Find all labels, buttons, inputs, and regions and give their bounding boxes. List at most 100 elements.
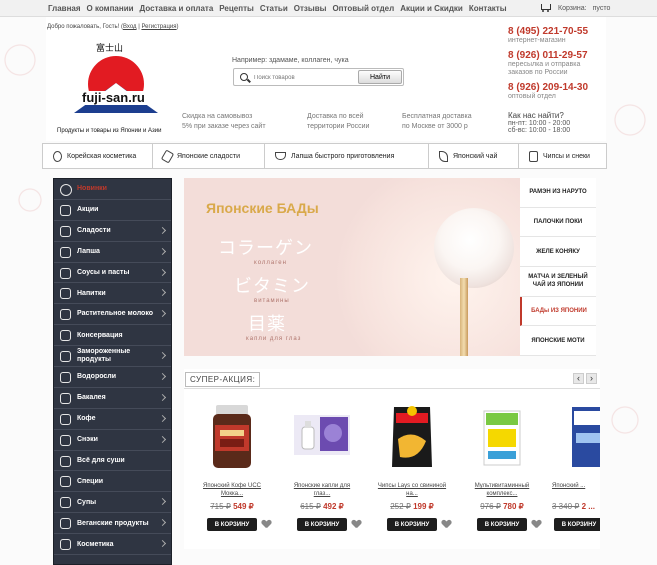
cart-icon[interactable] xyxy=(540,3,552,13)
welcome-greeting: Добро пожаловать, Гость! xyxy=(47,24,120,30)
topnav-wholesale[interactable]: Оптовый отдел xyxy=(332,4,394,13)
add-to-cart-button[interactable]: В КОРЗИНУ xyxy=(207,518,257,531)
sidebar-item[interactable]: Соусы и пасты xyxy=(54,263,171,284)
sidebar-item[interactable]: Супы xyxy=(54,492,171,514)
phone-note: пересылка и отправка заказов по России xyxy=(508,61,608,77)
banner-tab-naruto-ramen[interactable]: РАМЭН ИЗ НАРУТО xyxy=(520,178,596,208)
product-name[interactable]: Чипсы Lays со свининой на... xyxy=(372,482,452,498)
feature-line: по Москве от 3000 р xyxy=(402,123,468,130)
product-name-line: на... xyxy=(406,491,418,497)
banner-tab-supplements[interactable]: БАДы ИЗ ЯПОНИИ xyxy=(520,296,596,327)
category-instant-noodles[interactable]: Лапша быстрого приготовления xyxy=(265,144,429,168)
promo-next-arrow[interactable]: › xyxy=(586,373,597,384)
topnav-sales[interactable]: Акции и Скидки xyxy=(400,4,463,13)
category-label: Чипсы и снеки xyxy=(543,152,590,160)
phone-number[interactable]: 8 (926) 011-29-57 xyxy=(508,50,608,61)
product-name[interactable]: Японские капли для глаз... xyxy=(282,482,362,498)
sidebar-item[interactable]: Сладости xyxy=(54,221,171,242)
sidebar-item[interactable]: Веганские продукты xyxy=(54,513,171,535)
product-name[interactable]: Японский ... xyxy=(552,482,600,490)
logo-kanji: 富士山 xyxy=(96,44,124,54)
phone-number[interactable]: 8 (495) 221-70-55 xyxy=(508,26,608,37)
eye-drops-image[interactable] xyxy=(292,403,352,471)
banner-tab-mochi[interactable]: ЯПОНСКИЕ МОТИ xyxy=(520,326,596,356)
how-to-find-link[interactable]: Как нас найти? xyxy=(508,111,570,120)
site-logo[interactable]: 富士山 fuji-san.ru xyxy=(72,41,162,126)
promo-banner[interactable]: Японские БАДы コラーゲン коллаген ビタミン витами… xyxy=(184,178,520,356)
sidebar-item[interactable]: Новинки xyxy=(54,179,171,200)
cosmetics-icon xyxy=(53,150,62,162)
add-to-cart-button[interactable]: В КОРЗИНУ xyxy=(477,518,527,531)
category-korean-cosmetics[interactable]: Корейская косметика xyxy=(43,144,153,168)
chevron-right-icon xyxy=(158,352,167,360)
category-bar: Корейская косметика Японские сладости Ла… xyxy=(42,143,607,169)
register-link[interactable]: Регистрация xyxy=(141,24,176,30)
sidebar-item[interactable]: Снэки xyxy=(54,430,171,451)
sidebar-item[interactable]: Водоросли xyxy=(54,367,171,388)
product-name-line: глаз... xyxy=(313,491,331,497)
phone-note: оптовый отдел xyxy=(508,93,608,101)
banner-title: Японские БАДы xyxy=(206,200,319,216)
sushi-icon xyxy=(59,455,71,467)
topnav-delivery[interactable]: Доставка и оплата xyxy=(140,4,214,13)
sidebar-item-label: Лапша xyxy=(77,248,100,256)
sidebar-item[interactable]: Бакалея xyxy=(54,388,171,409)
category-japanese-sweets[interactable]: Японские сладости xyxy=(153,144,265,168)
sidebar-item[interactable]: Растительное молоко xyxy=(54,304,171,326)
sidebar-item[interactable]: Кофе xyxy=(54,409,171,430)
spoon-handle xyxy=(460,278,468,356)
topnav-reviews[interactable]: Отзывы xyxy=(294,4,327,13)
category-chips-snacks[interactable]: Чипсы и снеки xyxy=(519,144,606,168)
promo-prev-arrow[interactable]: ‹ xyxy=(573,373,584,384)
login-link[interactable]: Вход xyxy=(123,24,137,30)
product-prices: 615 ₽ 492 ₽ xyxy=(282,502,362,511)
sidebar-item[interactable]: Консервация xyxy=(54,325,171,347)
topnav-articles[interactable]: Статьи xyxy=(260,4,288,13)
sidebar-item[interactable]: Специи xyxy=(54,471,171,493)
old-price: 976 ₽ xyxy=(480,502,501,511)
new-price: 199 ₽ xyxy=(413,502,434,511)
topnav-about[interactable]: О компании xyxy=(87,4,134,13)
sidebar-item-label: Новинки xyxy=(77,185,107,193)
banner-tab-pocky[interactable]: ПАЛОЧКИ ПОКИ xyxy=(520,208,596,238)
product-name-line: Японские капли для xyxy=(293,483,351,489)
sidebar-item[interactable]: Всё для суши xyxy=(54,451,171,472)
sidebar-item[interactable]: Акции xyxy=(54,200,171,221)
search-input[interactable] xyxy=(254,72,354,83)
sidebar-item[interactable]: Косметика xyxy=(54,534,171,556)
new-price: 780 ₽ xyxy=(503,502,524,511)
product-name[interactable]: Японский Кофе UCC Мокка... xyxy=(192,482,272,498)
category-japanese-tea[interactable]: Японский чай xyxy=(429,144,519,168)
add-to-cart-button[interactable]: В КОРЗИНУ xyxy=(554,518,600,531)
coffee-jar-image[interactable] xyxy=(202,403,262,471)
phone-number[interactable]: 8 (926) 209-14-30 xyxy=(508,82,608,93)
add-to-cart-button[interactable]: В КОРЗИНУ xyxy=(387,518,437,531)
sidebar-item[interactable]: Напитки xyxy=(54,283,171,305)
cart-widget[interactable]: Корзина: пусто xyxy=(540,3,610,13)
topnav-contacts[interactable]: Контакты xyxy=(469,4,507,13)
add-to-cart-button[interactable]: В КОРЗИНУ xyxy=(297,518,347,531)
heart-icon[interactable] xyxy=(442,520,451,528)
product-card: Чипсы Lays со свининой на... 252 ₽ 199 ₽ … xyxy=(372,395,452,535)
old-price: 252 ₽ xyxy=(390,502,411,511)
feature-free-delivery: Бесплатная доставка по Москве от 3000 р xyxy=(402,112,472,132)
feature-line: 5% при заказе через сайт xyxy=(182,123,266,130)
banner-tab-matcha[interactable]: МАТЧА И ЗЕЛЕНЫЙ ЧАЙ ИЗ ЯПОНИИ xyxy=(520,267,596,297)
banner-tab-konjac-jelly[interactable]: ЖЕЛЕ КОНЯКУ xyxy=(520,237,596,267)
search-button[interactable]: Найти xyxy=(358,70,402,84)
multivitamin-image[interactable] xyxy=(472,403,532,471)
product-name-line: комплекс... xyxy=(486,491,518,497)
topnav-home[interactable]: Главная xyxy=(48,4,81,13)
sidebar-item[interactable]: Лапша xyxy=(54,242,171,263)
category-label: Японские сладости xyxy=(177,152,240,160)
chips-bag-image[interactable] xyxy=(382,403,442,471)
sidebar-item[interactable]: Замороженные продукты xyxy=(54,346,171,368)
topnav-recipes[interactable]: Рецепты xyxy=(219,4,254,13)
heart-icon[interactable] xyxy=(532,520,541,528)
heart-icon[interactable] xyxy=(262,520,271,528)
product-name[interactable]: Мультивитаминный комплекс... xyxy=(462,482,542,498)
heart-icon[interactable] xyxy=(352,520,361,528)
product-name-line: Чипсы Lays со свининой xyxy=(377,483,447,489)
top-nav: Главная О компании Доставка и оплата Рец… xyxy=(48,4,507,13)
dha-epa-image[interactable] xyxy=(562,403,600,471)
